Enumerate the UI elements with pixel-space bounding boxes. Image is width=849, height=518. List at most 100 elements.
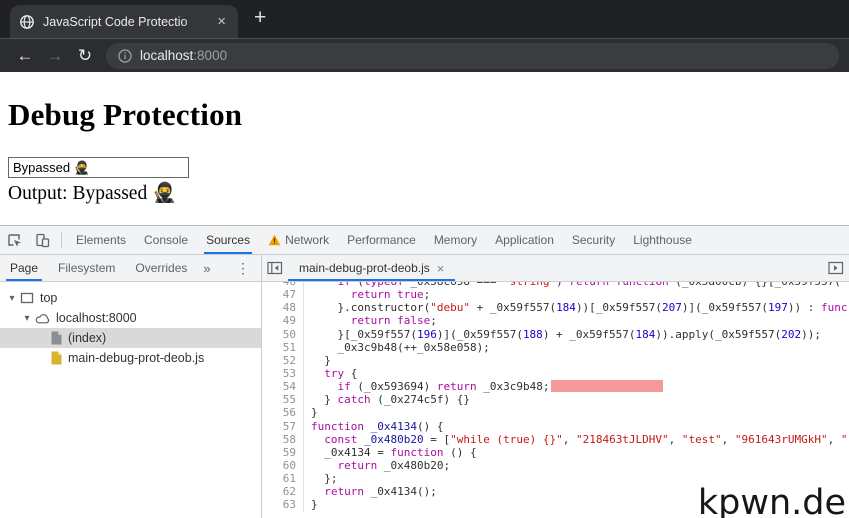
output-line: Output: Bypassed 🥷: [8, 183, 177, 204]
devtools-tab-network[interactable]: Network: [259, 226, 338, 254]
devtools-tab-label: Application: [495, 233, 554, 247]
file-tab-close-icon[interactable]: ×: [437, 261, 445, 276]
code-line-58[interactable]: 58 const _0x480b20 = ["while (true) {}",…: [262, 432, 849, 446]
expand-arrow-icon[interactable]: ▾: [21, 313, 33, 324]
tree-item-label: localhost:8000: [56, 311, 137, 325]
devtools-tab-label: Memory: [433, 233, 478, 247]
line-number[interactable]: 54: [262, 380, 304, 394]
devtools-tab-lighthouse[interactable]: Lighthouse: [624, 226, 701, 254]
code-text: return false;: [350, 314, 437, 328]
url-text[interactable]: localhost:8000: [140, 48, 227, 63]
page-title: Debug Protection: [8, 97, 243, 132]
tree-item-localhost-8000[interactable]: ▾ localhost:8000: [0, 308, 261, 328]
tree-item-main-debug-prot-deob-js[interactable]: main-debug-prot-deob.js: [0, 348, 261, 368]
back-icon[interactable]: ←: [10, 46, 40, 66]
tab-close-icon[interactable]: ×: [214, 13, 229, 30]
devtools-tab-performance[interactable]: Performance: [338, 226, 425, 254]
code-line-48[interactable]: 48 }.constructor("debu" + _0x59f557(184)…: [262, 301, 849, 315]
code-line-55[interactable]: 55 } catch (_0x274c5f) {}: [262, 393, 849, 407]
line-number[interactable]: 58: [262, 432, 304, 446]
challenge-text-input[interactable]: [8, 157, 189, 178]
tree-item-label: main-debug-prot-deob.js: [68, 351, 205, 365]
sources-content: ▾ top ▾ localhost:8000 (index) main-debug-pro…: [0, 282, 849, 518]
navigator-tab-overrides[interactable]: Overrides: [125, 255, 197, 281]
code-text: }: [311, 406, 318, 420]
code-text: _0x3c9b48(++_0x58e058);: [311, 340, 490, 354]
code-line-59[interactable]: 59 _0x4134 = function () {: [262, 445, 849, 459]
document-icon: [50, 331, 62, 345]
line-number[interactable]: 48: [262, 301, 304, 315]
devtools-tab-memory[interactable]: Memory: [425, 226, 486, 254]
device-toolbar-icon[interactable]: [28, 226, 56, 254]
tree-item--index-[interactable]: (index): [0, 328, 261, 348]
devtools-tab-label: Console: [144, 233, 189, 247]
devtools-toolbar: Elements Console Sources Network Performance…: [0, 226, 849, 255]
line-number[interactable]: 61: [262, 472, 304, 486]
code-text: return true;: [350, 288, 431, 302]
code-text: };: [311, 472, 338, 486]
web-page-viewport: Debug Protection Output: Bypassed 🥷: [0, 72, 849, 225]
devtools-tab-console[interactable]: Console: [135, 226, 197, 254]
devtools-tab-application[interactable]: Application: [486, 226, 563, 254]
code-line-53[interactable]: 53 try {: [262, 366, 849, 381]
devtools-tab-elements[interactable]: Elements: [67, 226, 135, 254]
line-number[interactable]: 55: [262, 393, 304, 407]
forward-icon: →: [46, 45, 64, 65]
line-number[interactable]: 56: [262, 406, 304, 420]
code-text: }: [311, 498, 318, 512]
code-line-47[interactable]: 47 return true;: [262, 288, 849, 302]
toolbar-divider: [61, 232, 62, 248]
code-line-60[interactable]: 60 return _0x480b20;: [262, 458, 849, 473]
new-tab-button[interactable]: +: [254, 6, 266, 30]
more-tabs-icon[interactable]: »: [197, 255, 216, 281]
inspect-element-icon[interactable]: [0, 226, 28, 254]
output-value: Bypassed 🥷: [72, 183, 177, 204]
code-text: }[_0x59f557(196)](_0x59f557(188) + _0x59…: [311, 327, 821, 341]
watermark: kpwn.de: [697, 483, 846, 518]
line-number[interactable]: 60: [262, 458, 304, 473]
show-drawer-icon[interactable]: [823, 255, 849, 281]
code-text: }.constructor("debu" + _0x59f557(184))[_…: [311, 301, 848, 315]
line-number[interactable]: 57: [262, 419, 304, 433]
line-number[interactable]: 47: [262, 288, 304, 302]
devtools-tab-security[interactable]: Security: [563, 226, 624, 254]
line-number[interactable]: 51: [262, 340, 304, 354]
browser-tab[interactable]: JavaScript Code Protectio ×: [10, 5, 238, 38]
expand-arrow-icon[interactable]: ▾: [6, 293, 18, 304]
code-line-57[interactable]: 57 function _0x4134() {: [262, 419, 849, 433]
globe-favicon-icon: [19, 14, 35, 30]
tree-item-top[interactable]: ▾ top: [0, 288, 261, 308]
file-tab-main-debug-prot-deob[interactable]: main-debug-prot-deob.js ×: [288, 255, 456, 281]
line-number[interactable]: 62: [262, 485, 304, 499]
warning-icon: [268, 234, 281, 246]
navigator-menu-icon[interactable]: ⋮: [225, 255, 261, 281]
code-line-49[interactable]: 49 return false;: [262, 314, 849, 328]
script-icon: [50, 351, 62, 365]
tree-item-label: (index): [68, 331, 107, 345]
devtools-tab-sources[interactable]: Sources: [197, 226, 259, 254]
code-line-56[interactable]: 56}: [262, 406, 849, 420]
devtools-tab-label: Sources: [206, 233, 251, 247]
code-text: function _0x4134() {: [311, 419, 444, 433]
code-line-51[interactable]: 51 _0x3c9b48(++_0x58e058);: [262, 340, 849, 354]
navigator-tab-page[interactable]: Page: [0, 255, 48, 281]
devtools-tab-label: Lighthouse: [633, 233, 692, 247]
line-number[interactable]: 50: [262, 327, 304, 341]
code-line-52[interactable]: 52 }: [262, 353, 849, 367]
line-number[interactable]: 52: [262, 353, 304, 367]
address-bar[interactable]: localhost:8000: [106, 42, 839, 69]
editor-tab-bar: main-debug-prot-deob.js ×: [262, 255, 849, 281]
reload-icon[interactable]: ↻: [70, 46, 100, 66]
line-number[interactable]: 53: [262, 366, 304, 381]
info-icon[interactable]: [118, 48, 132, 63]
devtools-tab-label: Elements: [76, 233, 127, 247]
code-editor[interactable]: 46 if (typeof _0x58c658 === "string") re…: [262, 282, 849, 518]
line-number[interactable]: 49: [262, 314, 304, 328]
hide-navigator-icon[interactable]: [262, 255, 288, 281]
navigator-tab-filesystem[interactable]: Filesystem: [48, 255, 125, 281]
devtools-tab-label: Security: [571, 233, 616, 247]
line-number[interactable]: 59: [262, 445, 304, 459]
line-number[interactable]: 63: [262, 498, 304, 512]
code-line-50[interactable]: 50 }[_0x59f557(196)](_0x59f557(188) + _0…: [262, 327, 849, 341]
code-line-54[interactable]: 54 if (_0x593694) return _0x3c9b48;: [262, 380, 849, 394]
